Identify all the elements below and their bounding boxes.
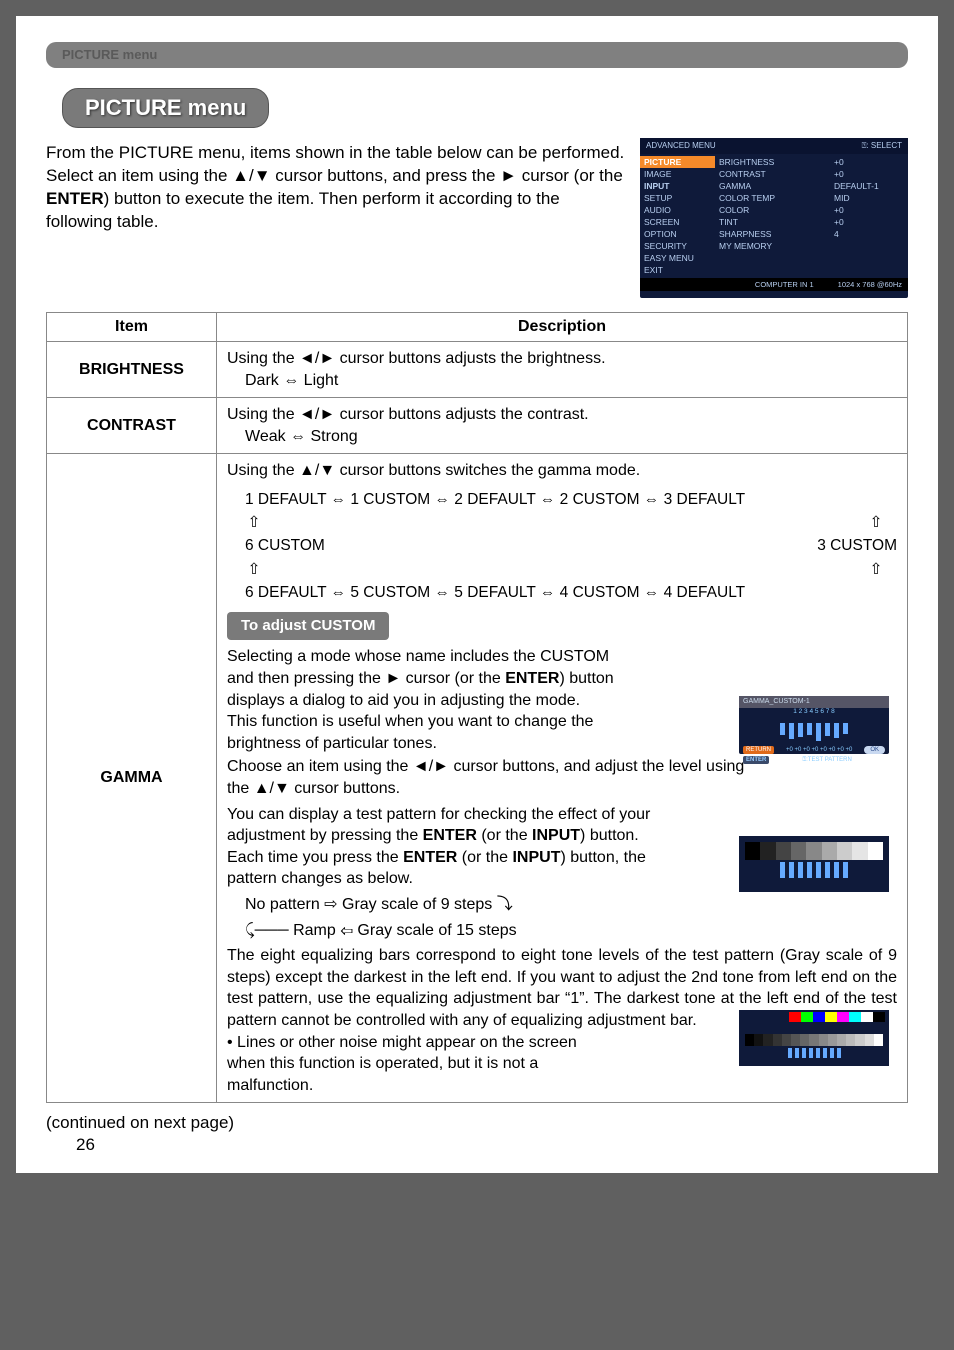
menu-head-left: ADVANCED MENU	[646, 141, 716, 151]
gamma-dialog-image: GAMMA_CUSTOM-1 1 2 3 4 5 6 7 8 RETURN +0…	[739, 696, 889, 754]
th-item: Item	[47, 313, 217, 342]
gamma-custom-heading: To adjust CUSTOM	[227, 612, 389, 640]
intro-text: From the PICTURE menu, items shown in th…	[46, 142, 630, 234]
grayscale-9-image	[739, 836, 889, 892]
item-contrast: CONTRAST	[47, 398, 217, 454]
page-number: 26	[76, 1135, 908, 1155]
th-desc: Description	[217, 313, 908, 342]
desc-brightness: Using the ◄/► cursor buttons adjusts the…	[217, 342, 908, 398]
item-gamma: GAMMA	[47, 454, 217, 1103]
desc-gamma: Using the ▲/▼ cursor buttons switches th…	[217, 454, 908, 1103]
desc-contrast: Using the ◄/► cursor buttons adjusts the…	[217, 398, 908, 454]
menu-foot-res: 1024 x 768 @60Hz	[838, 280, 902, 289]
menu-foot-source: COMPUTER IN 1	[755, 280, 814, 289]
settings-table: Item Description BRIGHTNESS Using the ◄/…	[46, 312, 908, 1103]
header-bar-text: PICTURE menu	[62, 47, 157, 62]
item-brightness: BRIGHTNESS	[47, 342, 217, 398]
menu-screenshot: ADVANCED MENU ⍰: SELECT PICTURE IMAGE IN…	[640, 138, 908, 298]
menu-mid-col: BRIGHTNESS CONTRAST GAMMA COLOR TEMP COL…	[715, 154, 830, 278]
menu-right-col: +0 +0 DEFAULT-1 MID +0 +0 4	[830, 154, 908, 278]
page-title: PICTURE menu	[62, 88, 269, 128]
menu-head-right: ⍰: SELECT	[862, 141, 902, 151]
menu-left-col: PICTURE IMAGE INPUT SETUP AUDIO SCREEN O…	[640, 154, 715, 278]
header-bar: PICTURE menu	[46, 42, 908, 68]
continued-text: (continued on next page)	[46, 1113, 908, 1133]
ramp-grayscale-image	[739, 1010, 889, 1066]
